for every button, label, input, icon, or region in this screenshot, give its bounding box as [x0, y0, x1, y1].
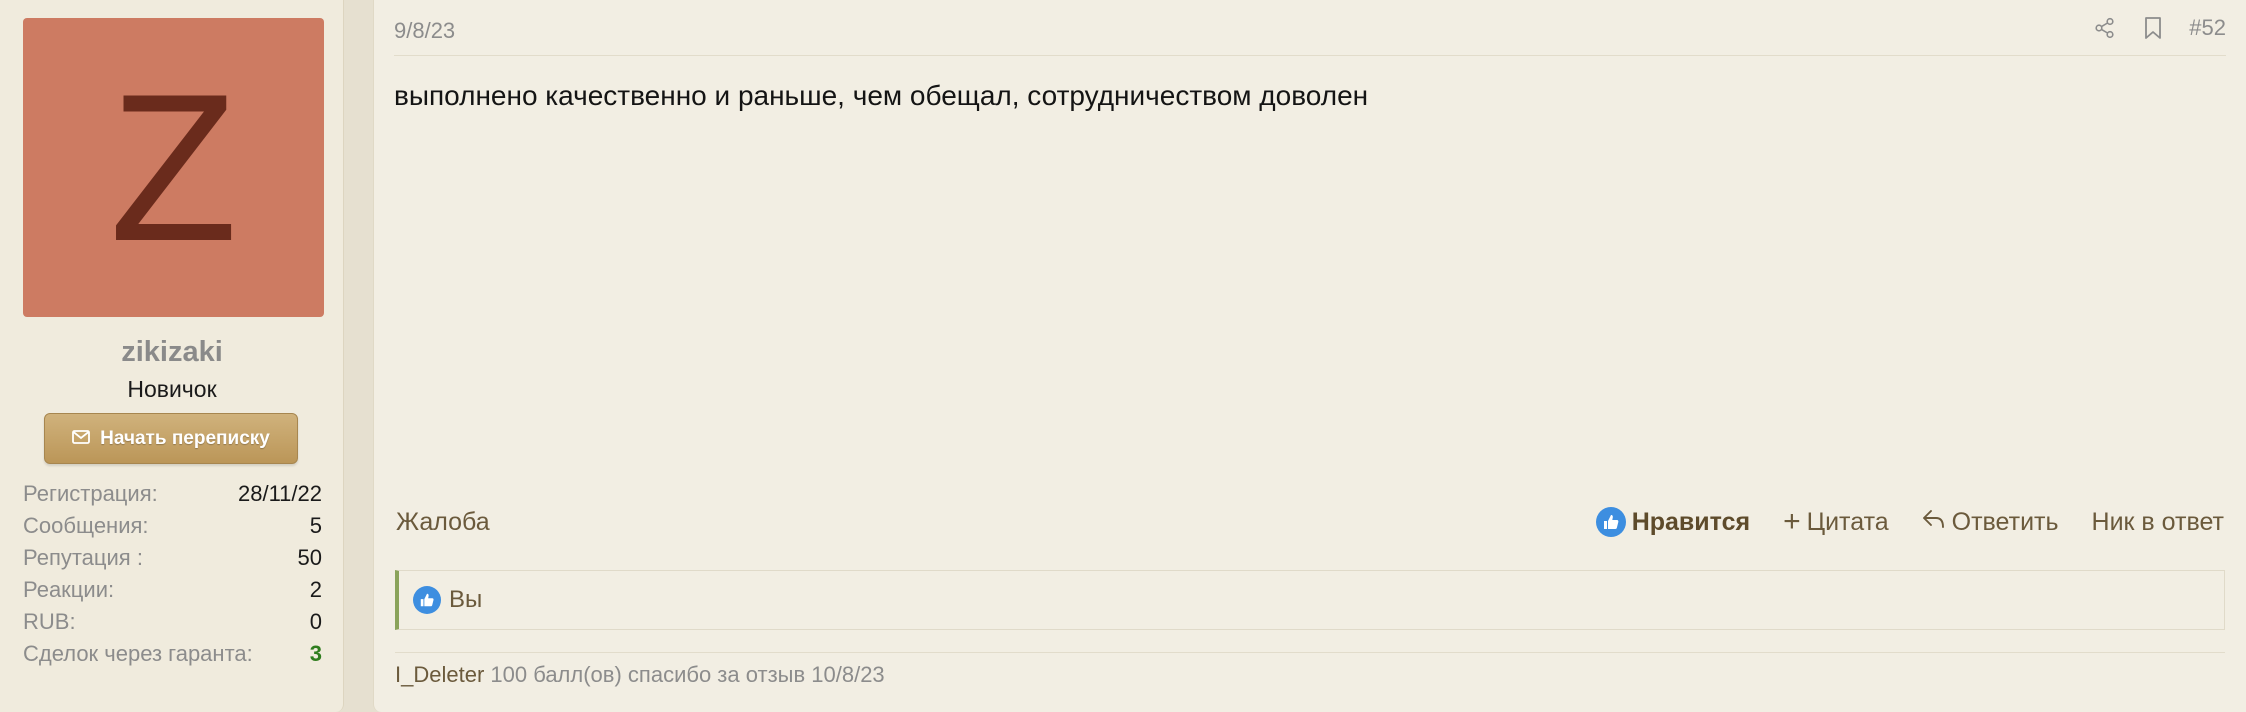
stat-registration: Регистрация: 28/11/22 [23, 478, 322, 510]
thumbs-up-icon [413, 586, 441, 614]
stat-label: RUB: [23, 609, 76, 634]
thumbs-up-icon [1595, 507, 1626, 537]
post-actions: Жалоба Нравится + Цитата Ответить Ник в … [396, 504, 2224, 540]
stat-label: Сообщения: [23, 513, 149, 538]
stat-value: 0 [309, 609, 322, 634]
quote-label: Цитата [1806, 507, 1889, 536]
reply-label: Ответить [1951, 507, 2059, 536]
like-label: Нравится [1631, 507, 1751, 536]
plus-icon: + [1783, 505, 1801, 538]
reply-button[interactable]: Ответить [1922, 508, 2059, 537]
stat-label: Сделок через гаранта: [23, 641, 253, 666]
user-title: Новичок [127, 376, 217, 402]
stat-rub: RUB: 0 [23, 606, 322, 638]
bookmark-icon[interactable] [2139, 14, 2167, 42]
report-link[interactable]: Жалоба [396, 508, 490, 537]
stat-value[interactable]: 3 [310, 638, 322, 670]
post: 9/8/23 #52 выполнено качественно и раньш… [373, 0, 2246, 712]
stat-reactions: Реакции: 2 [23, 574, 322, 606]
quote-button[interactable]: + Цитата [1783, 507, 1889, 537]
start-conversation-button[interactable]: Начать переписку [44, 413, 298, 464]
start-conversation-label: Начать переписку [100, 427, 270, 449]
nick-reply-button[interactable]: Ник в ответ [2092, 508, 2224, 537]
reputation-note: I_Deleter 100 балл(ов) спасибо за отзыв … [395, 662, 885, 688]
post-header: 9/8/23 #52 [394, 0, 2226, 56]
user-sidebar: Z zikizaki Новичок Начать переписку Реги… [0, 0, 344, 712]
stat-label: Реакции: [23, 577, 115, 602]
reactions-users[interactable]: Вы [449, 586, 482, 614]
envelope-icon [72, 428, 91, 450]
reactions-bar[interactable]: Вы [395, 570, 2225, 630]
post-tools: #52 [2091, 14, 2226, 42]
post-message: выполнено качественно и раньше, чем обещ… [394, 80, 1369, 111]
stat-value: 50 [297, 545, 322, 570]
avatar-letter: Z [109, 49, 238, 285]
reputation-note-text: 100 балл(ов) спасибо за отзыв 10/8/23 [490, 662, 885, 687]
user-stats: Регистрация: 28/11/22 Сообщения: 5 Репут… [23, 478, 322, 670]
stat-label: Репутация : [23, 545, 143, 570]
post-actions-right: Нравится + Цитата Ответить Ник в ответ [1595, 507, 2224, 537]
post-number[interactable]: #52 [2189, 15, 2226, 41]
avatar[interactable]: Z [23, 18, 324, 317]
stat-value: 28/11/22 [237, 481, 322, 506]
reputation-user-link[interactable]: I_Deleter [395, 662, 484, 687]
stat-guarantor-deals: Сделок через гаранта: 3 [23, 638, 322, 670]
share-icon[interactable] [2091, 14, 2119, 42]
stat-value: 5 [309, 513, 322, 538]
like-button[interactable]: Нравится [1595, 507, 1751, 537]
stat-label: Регистрация: [23, 481, 158, 506]
username[interactable]: zikizaki [0, 336, 344, 369]
stat-value: 2 [309, 577, 322, 602]
stat-messages: Сообщения: 5 [23, 510, 322, 542]
reply-icon [1922, 508, 1946, 537]
stat-reputation: Репутация : 50 [23, 542, 322, 574]
divider [395, 652, 2225, 653]
post-date[interactable]: 9/8/23 [394, 18, 455, 44]
